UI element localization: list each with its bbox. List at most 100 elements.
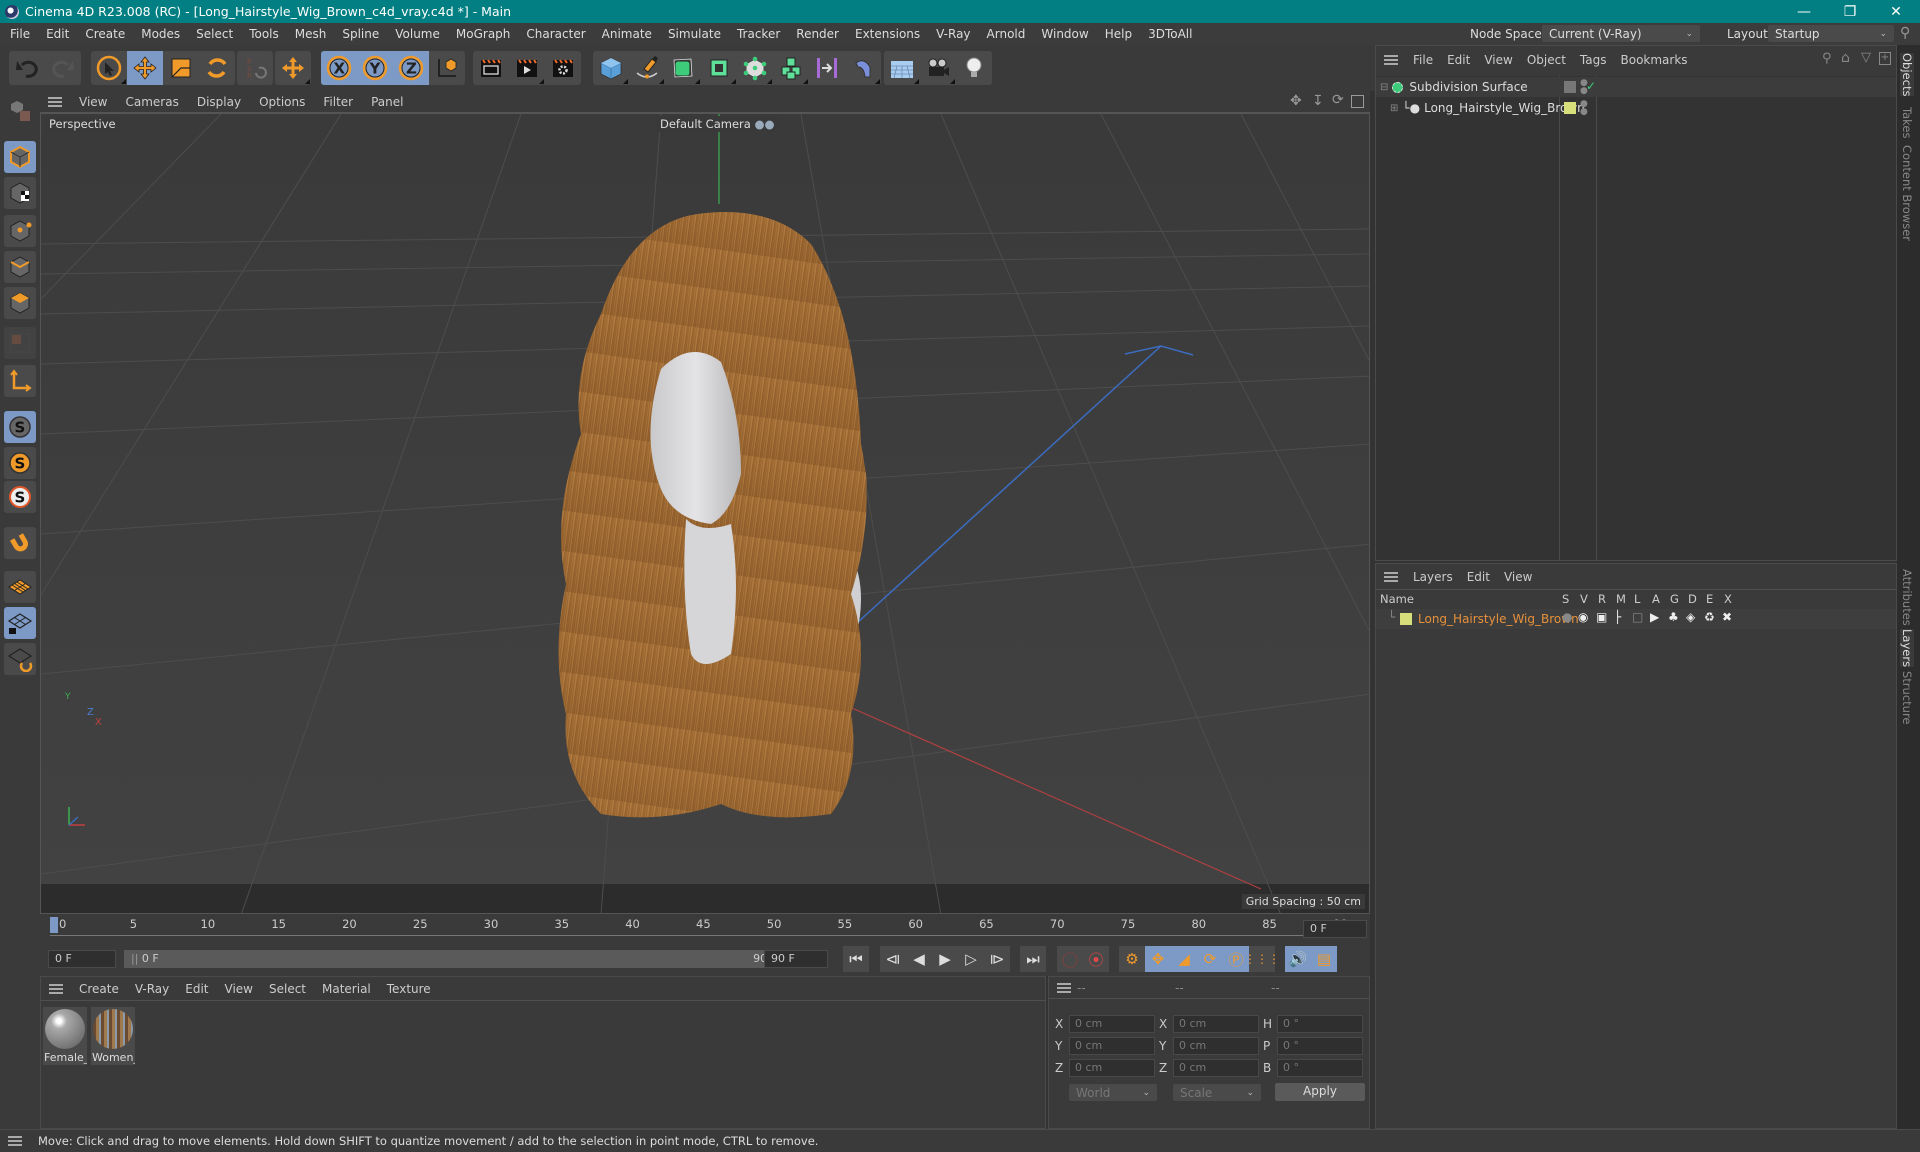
manager-hierarchy-icon[interactable]: ├ [1614, 610, 1621, 624]
snap-settings-button[interactable]: S [4, 447, 36, 479]
minimize-button[interactable]: — [1781, 0, 1827, 23]
size-mode-dropdown[interactable]: Scale ⌄ [1173, 1084, 1261, 1101]
menu-extensions[interactable]: Extensions [847, 27, 928, 41]
material-swatch[interactable]: Female_I [43, 1007, 87, 1065]
workplane-rotate-button[interactable] [4, 643, 36, 675]
preview-end-field[interactable]: 0 F [1303, 920, 1367, 938]
key-scale-button[interactable]: ◢ [1171, 946, 1197, 972]
play-button[interactable]: ▶ [932, 946, 958, 972]
viewport-camera-label[interactable]: Default Camera ●● [656, 116, 779, 132]
size-z-field[interactable]: 0 cm [1173, 1059, 1259, 1077]
tab-objects[interactable]: Objects [1900, 53, 1914, 97]
axis-mode-button[interactable] [4, 365, 36, 397]
lefttools-grip[interactable] [4, 95, 36, 127]
go-to-end-button[interactable]: ⏭ [1020, 946, 1046, 972]
layer-menu-edit[interactable]: Edit [1460, 570, 1497, 584]
apply-button[interactable]: Apply [1275, 1083, 1365, 1101]
y-axis-button[interactable]: Y [357, 51, 393, 85]
deformers-icon[interactable]: ◈ [1686, 610, 1695, 624]
menu-edit[interactable]: Edit [38, 27, 77, 41]
floor-button[interactable] [884, 51, 920, 85]
model-mode-button[interactable] [4, 141, 36, 173]
home-icon[interactable]: ⌂ [1841, 50, 1850, 66]
menu-mesh[interactable]: Mesh [287, 27, 335, 41]
sound-button[interactable]: 🔊 [1285, 946, 1311, 972]
workplane-button[interactable] [4, 571, 36, 603]
viewport-menu-cameras[interactable]: Cameras [116, 95, 187, 109]
filter-icon[interactable]: ▽ [1861, 50, 1871, 65]
undo-button[interactable] [9, 51, 45, 85]
tab-layers[interactable]: Layers [1900, 629, 1914, 668]
cloner-button[interactable] [773, 51, 809, 85]
material-menu-select[interactable]: Select [261, 982, 314, 996]
rotation-b-field[interactable]: 0 ° [1277, 1059, 1363, 1077]
rotate-view-icon[interactable]: ⟳ [1332, 92, 1344, 108]
viewport-menu-options[interactable]: Options [250, 95, 314, 109]
new-window-icon[interactable]: + [1879, 52, 1891, 65]
material-menu-edit[interactable]: Edit [177, 982, 216, 996]
layout-dropdown[interactable]: Startup ⌄ [1768, 25, 1894, 42]
menu-arnold[interactable]: Arnold [979, 27, 1034, 41]
viewport-menu-display[interactable]: Display [188, 95, 250, 109]
position-y-field[interactable]: 0 cm [1069, 1037, 1155, 1055]
menu-help[interactable]: Help [1097, 27, 1140, 41]
move-tool-button[interactable] [127, 51, 163, 85]
rotate-tool-button[interactable] [199, 51, 235, 85]
polygon-mode-button[interactable] [4, 287, 36, 319]
magnet-button[interactable] [4, 527, 36, 559]
cube-button[interactable] [593, 51, 629, 85]
object-menu-tags[interactable]: Tags [1573, 53, 1614, 67]
object-menu-view[interactable]: View [1477, 53, 1519, 67]
menu-3dtoall[interactable]: 3DToAll [1140, 27, 1200, 41]
menu-vray[interactable]: V-Ray [928, 27, 978, 41]
object-menu-bookmarks[interactable]: Bookmarks [1614, 53, 1695, 67]
pan-view-icon[interactable]: ✥ [1290, 93, 1302, 109]
layer-menu-layers[interactable]: Layers [1406, 570, 1460, 584]
subdivision-surface-button[interactable] [665, 51, 701, 85]
material-menu-vray[interactable]: V-Ray [127, 982, 177, 996]
object-menu-edit[interactable]: Edit [1440, 53, 1477, 67]
search-icon[interactable]: ⚲ [1822, 51, 1832, 66]
key-pla-button[interactable]: ⋮⋮⋮ [1244, 946, 1280, 972]
menu-character[interactable]: Character [518, 27, 593, 41]
pen-button[interactable] [629, 51, 665, 85]
end-frame-field[interactable]: 90 F [764, 950, 828, 968]
tab-attributes[interactable]: Attributes [1900, 569, 1914, 626]
3d-viewport[interactable]: Y Z X Perspective Default Camera ●● Grid… [40, 113, 1370, 914]
collapse-icon[interactable]: ⊟ [1380, 82, 1388, 93]
material-menu-view[interactable]: View [217, 982, 261, 996]
redo-button[interactable] [45, 51, 81, 85]
menu-create[interactable]: Create [77, 27, 133, 41]
restore-button[interactable]: ❐ [1827, 0, 1873, 23]
position-x-field[interactable]: 0 cm [1069, 1015, 1155, 1033]
layer-color-swatch[interactable] [1400, 613, 1412, 625]
autokey-button[interactable]: ⦿ [1083, 946, 1109, 972]
size-x-field[interactable]: 0 cm [1173, 1015, 1259, 1033]
object-menu-file[interactable]: File [1406, 53, 1440, 67]
layer-color-icon[interactable] [1564, 102, 1576, 114]
select-tool-button[interactable] [91, 51, 127, 85]
maximize-view-icon[interactable] [1351, 95, 1364, 108]
render-clapper-icon[interactable]: ▣ [1596, 610, 1607, 624]
tab-takes[interactable]: Takes [1900, 107, 1914, 139]
field-button[interactable] [809, 51, 845, 85]
tab-structure[interactable]: Structure [1900, 671, 1914, 725]
material-menu-material[interactable]: Material [314, 982, 379, 996]
menu-window[interactable]: Window [1033, 27, 1096, 41]
x-axis-button[interactable]: X [321, 51, 357, 85]
uv-mode-button[interactable] [4, 327, 36, 359]
current-frame-field[interactable]: 0 F [48, 950, 116, 968]
render-picture-viewer-button[interactable] [509, 51, 545, 85]
expressions-icon[interactable]: ♻ [1704, 610, 1715, 624]
coordinate-mode-dropdown[interactable]: World ⌄ [1069, 1084, 1157, 1101]
frame-range-slider[interactable]: || 0 F 90 F [124, 950, 784, 968]
node-space-dropdown[interactable]: Current (V-Ray) ⌄ [1542, 25, 1700, 42]
lock-icon[interactable]: □ [1632, 610, 1643, 624]
visible-eye-icon[interactable]: ◉ [1578, 610, 1588, 624]
material-swatch[interactable]: Women_ [91, 1007, 135, 1065]
z-axis-button[interactable]: Z [393, 51, 429, 85]
menu-file[interactable]: File [0, 27, 38, 41]
next-frame-button[interactable]: ▷ [958, 946, 984, 972]
bend-button[interactable] [845, 51, 881, 85]
light-button[interactable] [956, 51, 992, 85]
